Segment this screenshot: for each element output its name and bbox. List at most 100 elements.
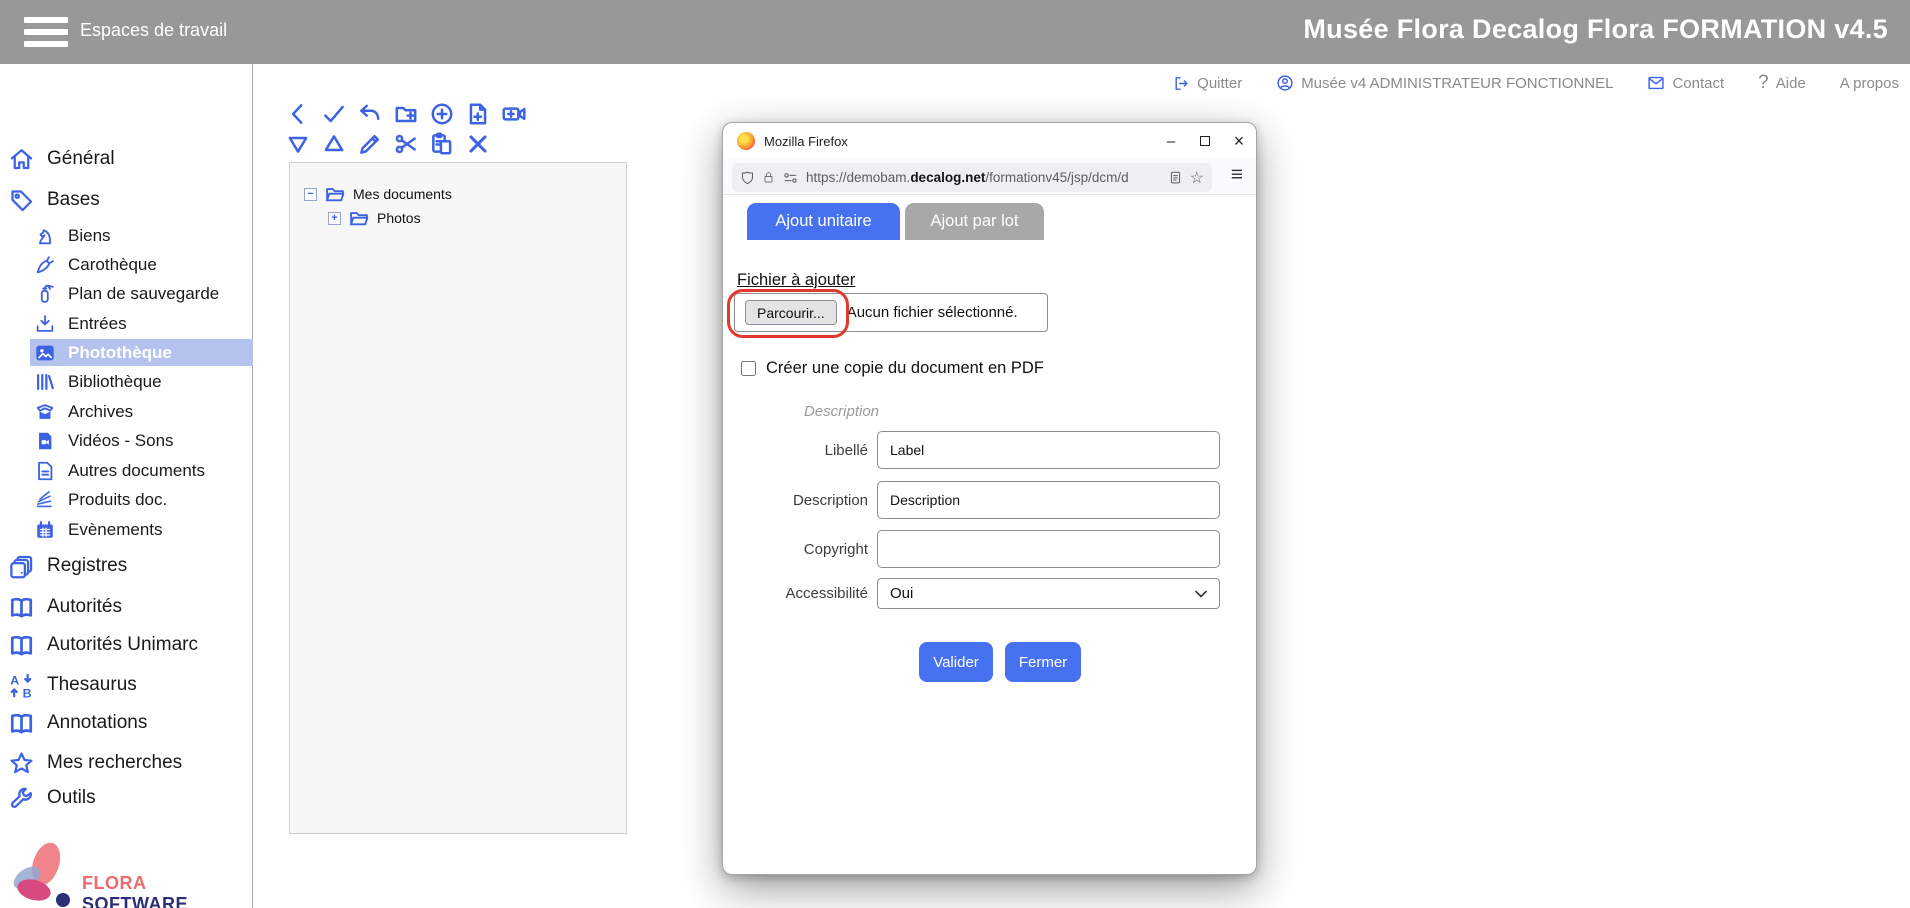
sidebar-item-phototheque[interactable]: Photothèque xyxy=(30,339,253,366)
accessibilite-label: Accessibilité xyxy=(723,585,877,602)
stacked-cards-icon xyxy=(8,553,35,580)
contact-label: Contact xyxy=(1672,75,1724,92)
description-field[interactable] xyxy=(877,481,1220,519)
sidebar-item-label: Evènements xyxy=(68,520,163,540)
maximize-button[interactable] xyxy=(1188,126,1222,156)
close-x-icon[interactable] xyxy=(463,130,492,158)
close-button[interactable]: × xyxy=(1222,126,1256,156)
description-section-title: Description xyxy=(804,403,879,420)
folder-icon xyxy=(349,210,369,227)
sidebar-item-archives[interactable]: Archives xyxy=(30,398,253,425)
tree-node-label[interactable]: Mes documents xyxy=(353,186,452,202)
scissors-icon[interactable] xyxy=(391,130,420,158)
sort-az-icon: AB xyxy=(8,672,35,699)
sidebar-item-autorites[interactable]: Autorités xyxy=(8,592,248,622)
sidebar-item-thesaurus[interactable]: AB Thesaurus xyxy=(8,670,248,700)
sidebar-item-label: Bibliothèque xyxy=(68,372,162,392)
sidebar-item-label: Registres xyxy=(47,555,127,577)
url-text[interactable]: https://demobam.decalog.net/formationv45… xyxy=(806,170,1161,185)
tree-node-label[interactable]: Photos xyxy=(377,210,421,226)
sidebar-item-bases[interactable]: Bases xyxy=(8,185,248,215)
sidebar-item-label: Produits doc. xyxy=(68,490,167,510)
sidebar-item-label: Entrées xyxy=(68,314,127,334)
browse-button[interactable]: Parcourir... xyxy=(745,300,837,325)
expand-expander-icon[interactable]: + xyxy=(328,212,341,225)
libelle-field[interactable] xyxy=(877,431,1220,469)
sidebar-item-evenements[interactable]: Evènements xyxy=(30,516,253,543)
video-file-icon xyxy=(34,430,56,452)
circle-add-icon[interactable] xyxy=(427,100,456,128)
user-account-link[interactable]: Musée v4 ADMINISTRATEUR FONCTIONNEL xyxy=(1276,74,1613,92)
carrot-icon xyxy=(34,254,56,276)
accessibilite-select[interactable]: Oui xyxy=(877,578,1220,609)
sidebar-item-annotations[interactable]: Annotations xyxy=(8,708,248,738)
sidebar-item-outils[interactable]: Outils xyxy=(8,783,248,813)
quitter-link[interactable]: Quitter xyxy=(1173,75,1242,92)
form-row-description: Description xyxy=(723,481,1243,519)
check-icon[interactable] xyxy=(319,100,348,128)
tag-icon xyxy=(8,187,35,214)
home-icon xyxy=(8,146,35,173)
minimize-button[interactable]: – xyxy=(1154,126,1188,156)
collapse-expander-icon[interactable]: − xyxy=(304,188,317,201)
folder-add-icon[interactable] xyxy=(391,100,420,128)
sidebar-item-bibliotheque[interactable]: Bibliothèque xyxy=(30,368,253,395)
books-icon xyxy=(34,371,56,393)
file-add-icon[interactable] xyxy=(463,100,492,128)
sidebar-item-autorites-unimarc[interactable]: Autorités Unimarc xyxy=(8,630,248,660)
reader-mode-icon[interactable] xyxy=(1168,170,1183,185)
document-icon xyxy=(34,460,56,482)
apropos-link[interactable]: A propos xyxy=(1840,75,1899,92)
copyright-field[interactable] xyxy=(877,530,1220,568)
sidebar-item-label: Vidéos - Sons xyxy=(68,431,174,451)
sidebar-item-autres-documents[interactable]: Autres documents xyxy=(30,457,253,484)
sidebar-item-carotheque[interactable]: Carothèque xyxy=(30,251,253,278)
bookmark-star-icon[interactable]: ☆ xyxy=(1190,168,1204,188)
contact-link[interactable]: Contact xyxy=(1647,75,1724,92)
hamburger-menu-icon[interactable] xyxy=(24,17,68,47)
help-icon: ? xyxy=(1758,72,1769,94)
pdf-copy-checkbox[interactable] xyxy=(741,361,756,376)
sidebar-item-registres[interactable]: Registres xyxy=(8,551,248,581)
sidebar-item-label: Bases xyxy=(47,189,100,211)
sidebar-item-mes-recherches[interactable]: Mes recherches xyxy=(8,748,248,778)
file-input[interactable]: Parcourir... Aucun fichier sélectionné. xyxy=(734,293,1048,332)
undo-icon[interactable] xyxy=(355,100,384,128)
address-bar[interactable]: https://demobam.decalog.net/formationv45… xyxy=(732,163,1212,192)
tab-ajout-par-lot[interactable]: Ajout par lot xyxy=(905,203,1044,240)
wrench-icon xyxy=(8,785,35,812)
valider-button[interactable]: Valider xyxy=(919,642,993,682)
tree-row-mes-documents: − Mes documents xyxy=(304,183,452,205)
pencil-icon[interactable] xyxy=(355,130,384,158)
sidebar-item-general[interactable]: Général xyxy=(8,144,248,174)
chevron-left-icon[interactable] xyxy=(283,100,312,128)
pdf-copy-row: Créer une copie du document en PDF xyxy=(741,359,1044,378)
fermer-button[interactable]: Fermer xyxy=(1005,642,1081,682)
brand-software: SOFTWARE xyxy=(82,894,188,908)
clipboard-paste-icon[interactable] xyxy=(427,130,456,158)
quitter-label: Quitter xyxy=(1197,75,1242,92)
sidebar-item-videos-sons[interactable]: Vidéos - Sons xyxy=(30,427,253,454)
brand-flora: FLORA xyxy=(82,873,146,893)
open-book-icon xyxy=(8,710,35,737)
aide-link[interactable]: ? Aide xyxy=(1758,72,1806,94)
pdf-copy-label[interactable]: Créer une copie du document en PDF xyxy=(766,359,1044,378)
sidebar-item-entrees[interactable]: Entrées xyxy=(30,310,253,337)
shield-icon xyxy=(740,170,755,186)
triangle-up-icon[interactable] xyxy=(319,130,348,158)
open-book-icon xyxy=(8,632,35,659)
download-tray-icon xyxy=(34,313,56,335)
sidebar-item-label: Thesaurus xyxy=(47,674,137,696)
url-domain: decalog.net xyxy=(910,170,985,185)
tab-ajout-unitaire[interactable]: Ajout unitaire xyxy=(747,203,900,240)
sidebar-item-plan-de-sauvegarde[interactable]: Plan de sauvegarde xyxy=(30,280,253,307)
workspace-label: Espaces de travail xyxy=(80,20,227,41)
sidebar-item-biens[interactable]: Biens xyxy=(30,222,253,249)
image-icon xyxy=(34,342,56,364)
triangle-down-icon[interactable] xyxy=(283,130,312,158)
video-add-icon[interactable] xyxy=(499,100,528,128)
firefox-menu-icon[interactable]: ≡ xyxy=(1231,164,1243,186)
sidebar-item-produits-doc[interactable]: Produits doc. xyxy=(30,486,253,513)
sidebar-item-label: Archives xyxy=(68,402,133,422)
popup-titlebar[interactable]: Mozilla Firefox – × xyxy=(723,123,1256,159)
